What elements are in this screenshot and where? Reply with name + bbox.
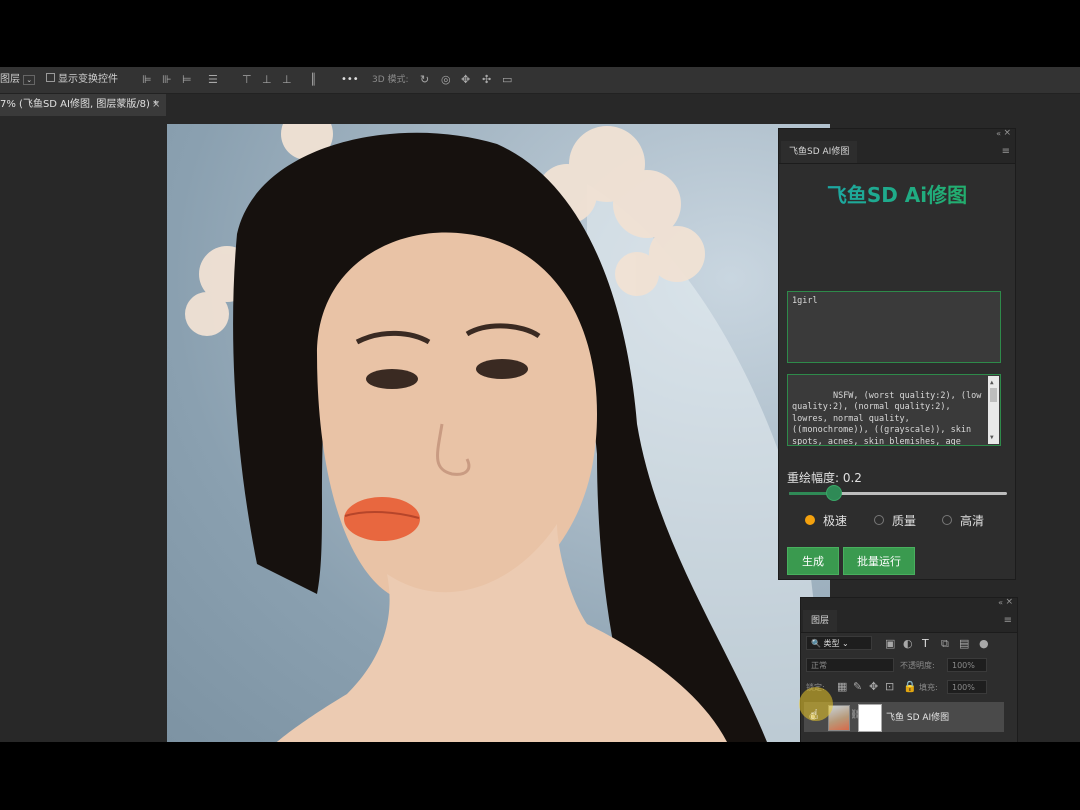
opacity-value: 100% [952, 661, 975, 670]
batch-run-button[interactable]: 批量运行 [843, 547, 915, 575]
distribute-icon[interactable]: ☰ [208, 74, 218, 86]
panel-tab-bar: 图层 ≡ [801, 610, 1017, 633]
radio-dot-icon [942, 515, 952, 525]
layer-name: 飞鱼 SD AI修图 [886, 713, 950, 723]
filter-toggle-icon[interactable]: ● [979, 638, 989, 650]
scale-3d-icon[interactable]: ▭ [502, 74, 512, 86]
checkbox-icon [46, 73, 55, 82]
close-icon[interactable]: × [1005, 597, 1013, 607]
panel-tab-bar: 飞鱼SD AI修图 ≡ [779, 141, 1015, 164]
sd-plugin-panel: « × 飞鱼SD AI修图 ≡ 飞鱼SD Ai修图 1girl NSFW, (w… [778, 128, 1016, 580]
photoshop-window: 图层 ⌄ 显示变换控件 ⊫ ⊪ ⊨ ☰ ⊤ ⊥ ⊥ ║ ••• 3D 模式: ↻… [0, 67, 1080, 742]
show-transform-label: 显示变换控件 [58, 74, 118, 85]
slide-3d-icon[interactable]: ✣ [482, 74, 491, 86]
layers-panel: « × 图层 ≡ 🔍 类型 ⌄ ▣ ◐ T ⧉ ▤ ● 正常 不透明度: 100… [800, 597, 1018, 742]
fill-label: 填充: [919, 683, 938, 692]
filter-type-icon[interactable]: T [922, 638, 929, 650]
fill-value: 100% [952, 683, 975, 692]
mode-label: 极速 [823, 514, 848, 528]
filter-pixel-icon[interactable]: ▣ [885, 638, 895, 650]
negative-prompt-text: NSFW, (worst quality:2), (low quality:2)… [792, 390, 982, 446]
more-options-button[interactable]: ••• [341, 73, 359, 87]
kind-filter-select[interactable]: 🔍 类型 ⌄ [806, 636, 872, 650]
negative-prompt-input[interactable]: NSFW, (worst quality:2), (low quality:2)… [787, 374, 1001, 446]
lock-paint-icon[interactable]: ✎ [853, 681, 862, 693]
opacity-input[interactable]: 100% [947, 658, 987, 672]
align-center-icon[interactable]: ⊪ [162, 74, 172, 86]
scroll-thumb[interactable] [990, 388, 997, 402]
show-transform-checkbox[interactable]: 显示变换控件 [46, 73, 118, 87]
blend-row: 正常 不透明度: 100% [801, 658, 1017, 680]
layer-row[interactable]: ◉ ⛓ 飞鱼 SD AI修图 [804, 702, 1004, 732]
auto-select-value: 图层 [0, 74, 20, 85]
align-left-icon[interactable]: ⊫ [142, 74, 152, 86]
radio-dot-icon [874, 515, 884, 525]
blend-mode-value: 正常 [811, 661, 827, 670]
align-top-icon[interactable]: ⊤ [242, 74, 252, 86]
close-icon[interactable]: × [152, 94, 160, 116]
fill-input[interactable]: 100% [947, 680, 987, 694]
panel-menu-icon[interactable]: ≡ [1002, 146, 1010, 157]
orbit-3d-icon[interactable]: ↻ [420, 74, 429, 86]
panel-menu-icon[interactable]: ≡ [1004, 615, 1012, 626]
mode-3d-label: 3D 模式: [372, 75, 409, 85]
lock-artboard-icon[interactable]: ⊡ [885, 681, 894, 693]
filter-smart-icon[interactable]: ▤ [959, 638, 969, 650]
roll-3d-icon[interactable]: ◎ [441, 74, 451, 86]
chevron-down-icon: ⌄ [23, 75, 36, 85]
collapse-icon[interactable]: « [996, 129, 1001, 138]
auto-select-dropdown[interactable]: 图层 ⌄ [0, 73, 36, 87]
radio-dot-icon [805, 515, 815, 525]
portrait-photo [185, 124, 830, 742]
canvas-image[interactable] [167, 124, 830, 742]
strength-slider-thumb[interactable] [826, 485, 842, 501]
align-right-icon[interactable]: ⊨ [182, 74, 192, 86]
hand-cursor-icon: ☝ [810, 707, 819, 723]
positive-prompt-input[interactable]: 1girl [787, 291, 1001, 363]
distribute-v-icon[interactable]: ║ [310, 74, 317, 86]
pan-3d-icon[interactable]: ✥ [461, 74, 470, 86]
filter-adjust-icon[interactable]: ◐ [903, 638, 913, 650]
scroll-up-icon[interactable]: ▲ [990, 377, 994, 389]
close-icon[interactable]: × [1003, 128, 1011, 138]
tab-layers[interactable]: 图层 [803, 610, 838, 632]
plugin-title: 飞鱼SD Ai修图 [779, 179, 1015, 208]
mode-label: 高清 [960, 514, 985, 528]
document-tab[interactable]: 7% (飞鱼SD AI修图, 图层蒙版/8) * × [0, 94, 166, 116]
layer-mask-thumbnail[interactable] [858, 704, 882, 732]
lock-position-icon[interactable]: ✥ [869, 681, 878, 693]
collapse-icon[interactable]: « [998, 598, 1003, 607]
options-bar: 图层 ⌄ 显示变换控件 ⊫ ⊪ ⊨ ☰ ⊤ ⊥ ⊥ ║ ••• 3D 模式: ↻… [0, 67, 1080, 94]
lock-transparent-icon[interactable]: ▦ [837, 681, 847, 693]
lock-all-icon[interactable]: 🔒 [903, 681, 917, 693]
opacity-label: 不透明度: [900, 661, 935, 670]
document-tab-bar: 7% (飞鱼SD AI修图, 图层蒙版/8) * × [0, 94, 1080, 116]
document-tab-title: 7% (飞鱼SD AI修图, 图层蒙版/8) * [0, 99, 159, 110]
blend-mode-select[interactable]: 正常 [806, 658, 894, 672]
strength-label: 重绘幅度: 0.2 [787, 471, 862, 485]
lock-row: 锁定: ▦ ✎ ✥ ⊡ 🔒 填充: 100% [801, 680, 1017, 702]
filter-shape-icon[interactable]: ⧉ [941, 638, 949, 650]
prompt-scrollbar[interactable]: ▲ ▼ [988, 376, 999, 444]
tab-sd-plugin[interactable]: 飞鱼SD AI修图 [781, 141, 858, 163]
align-bottom-icon[interactable]: ⊥ [282, 74, 292, 86]
mode-label: 质量 [892, 514, 917, 528]
kind-filter-value: 类型 [823, 639, 840, 648]
panel-titlebar: « × [801, 597, 1017, 610]
panel-titlebar: « × [779, 128, 1015, 141]
align-middle-icon[interactable]: ⊥ [262, 74, 272, 86]
scroll-down-icon[interactable]: ▼ [990, 432, 994, 444]
generate-button[interactable]: 生成 [787, 547, 839, 575]
filter-row: 🔍 类型 ⌄ ▣ ◐ T ⧉ ▤ ● [801, 636, 1017, 658]
